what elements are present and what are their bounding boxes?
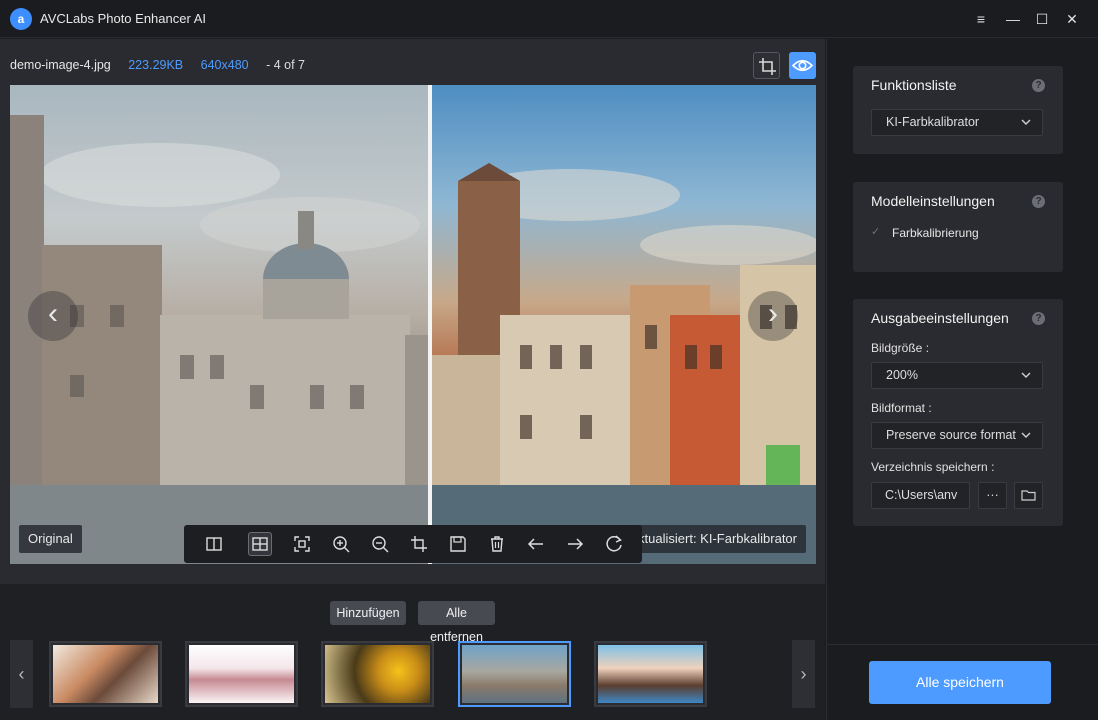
function-list-title: Funktionsliste [871,77,957,93]
chevron-down-icon [1021,372,1031,378]
preview-eye-button[interactable] [789,52,816,79]
save-all-button[interactable]: Alle speichern [869,661,1051,704]
add-button[interactable]: Hinzufügen [330,601,406,625]
image-size-value: 200% [886,368,918,382]
model-settings-title: Modelleinstellungen [871,193,995,209]
browse-dots-button[interactable]: ··· [978,482,1007,509]
model-settings-help-icon[interactable]: ? [1032,195,1045,208]
image-format-select[interactable]: Preserve source format [871,422,1043,449]
side-by-side-button[interactable] [248,532,272,556]
file-position: - 4 of 7 [266,58,306,72]
zoom-in-icon[interactable] [330,533,352,555]
thumbnail-5[interactable] [594,641,707,707]
zoom-out-icon[interactable] [369,533,391,555]
compare-view-icon [252,537,268,551]
remove-all-button[interactable]: Alle entfernen [418,601,495,644]
comparison-divider[interactable] [428,85,432,564]
function-select-value: KI-Farbkalibrator [886,115,980,129]
thumbnail-4-selected[interactable] [458,641,571,707]
thumbnail-1[interactable] [49,641,162,707]
crop-tool-button[interactable] [753,52,780,79]
menu-icon[interactable]: ≡ [970,8,992,30]
chevron-down-icon [1020,423,1032,448]
dots-label: ··· [986,488,999,502]
color-calibration-option[interactable]: Farbkalibrierung [892,226,979,240]
save-icon[interactable] [447,533,469,555]
crop-icon[interactable] [408,533,430,555]
arrow-left-icon[interactable] [525,533,547,555]
next-image-button[interactable]: › [748,291,798,341]
eye-icon [791,59,814,72]
checkmark-icon[interactable]: ✓ [871,225,880,238]
refresh-icon[interactable] [603,533,625,555]
chevron-down-icon [1021,119,1031,125]
output-settings-panel: Ausgabeeinstellungen ? Bildgröße : 200% … [853,299,1063,526]
prev-image-button[interactable]: ‹ [28,291,78,341]
thumbnail-prev-button[interactable]: ‹ [10,640,33,708]
image-format-value: Preserve source format [886,428,1016,442]
thumbnail-2[interactable] [185,641,298,707]
function-select[interactable]: KI-Farbkalibrator [871,109,1043,136]
title-bar: a AVCLabs Photo Enhancer AI ≡ — ☐ ✕ [0,0,1098,38]
save-directory-input[interactable]: C:\Users\anv [871,482,970,509]
delete-icon[interactable] [486,533,508,555]
folder-icon [1021,490,1036,501]
maximize-button[interactable]: ☐ [1031,8,1053,30]
file-dimensions: 640x480 [200,58,249,72]
crop-icon [759,58,776,75]
model-settings-panel: Modelleinstellungen ? ✓ Farbkalibrierung [853,182,1063,272]
function-list-help-icon[interactable]: ? [1032,79,1045,92]
image-toolbar [184,525,642,563]
app-logo-icon: a [10,8,32,30]
thumbnail-next-button[interactable]: › [792,640,815,708]
close-button[interactable]: ✕ [1061,8,1083,30]
function-list-panel: Funktionsliste ? KI-Farbkalibrator [853,66,1063,154]
thumbnail-area: Hinzufügen Alle entfernen ‹ › [0,584,825,720]
output-settings-title: Ausgabeeinstellungen [871,310,1009,326]
minimize-button[interactable]: — [1002,8,1024,30]
image-size-label: Bildgröße : [871,341,930,355]
open-folder-button[interactable] [1014,482,1043,509]
file-size: 223.29KB [128,58,184,72]
image-size-select[interactable]: 200% [871,362,1043,389]
image-format-label: Bildformat : [871,401,932,415]
image-comparison-canvas[interactable]: ‹ › Original ktualisiert: KI-Farbkalibra… [10,85,816,564]
original-label: Original [19,525,82,553]
preview-area: demo-image-4.jpg 223.29KB 640x480 - 4 of… [0,39,825,584]
save-directory-label: Verzeichnis speichern : [871,460,995,474]
file-name: demo-image-4.jpg [10,58,111,72]
arrow-right-icon[interactable] [564,533,586,555]
file-info: demo-image-4.jpg 223.29KB 640x480 - 4 of… [10,58,319,72]
fit-screen-icon[interactable] [291,533,313,555]
thumbnail-3[interactable] [321,641,434,707]
output-settings-help-icon[interactable]: ? [1032,312,1045,325]
settings-sidebar: Funktionsliste ? KI-Farbkalibrator Model… [826,39,1098,720]
save-directory-value: C:\Users\anv [885,488,958,502]
split-view-icon[interactable] [203,533,225,555]
sidebar-divider [827,644,1098,645]
app-title: AVCLabs Photo Enhancer AI [40,11,206,26]
